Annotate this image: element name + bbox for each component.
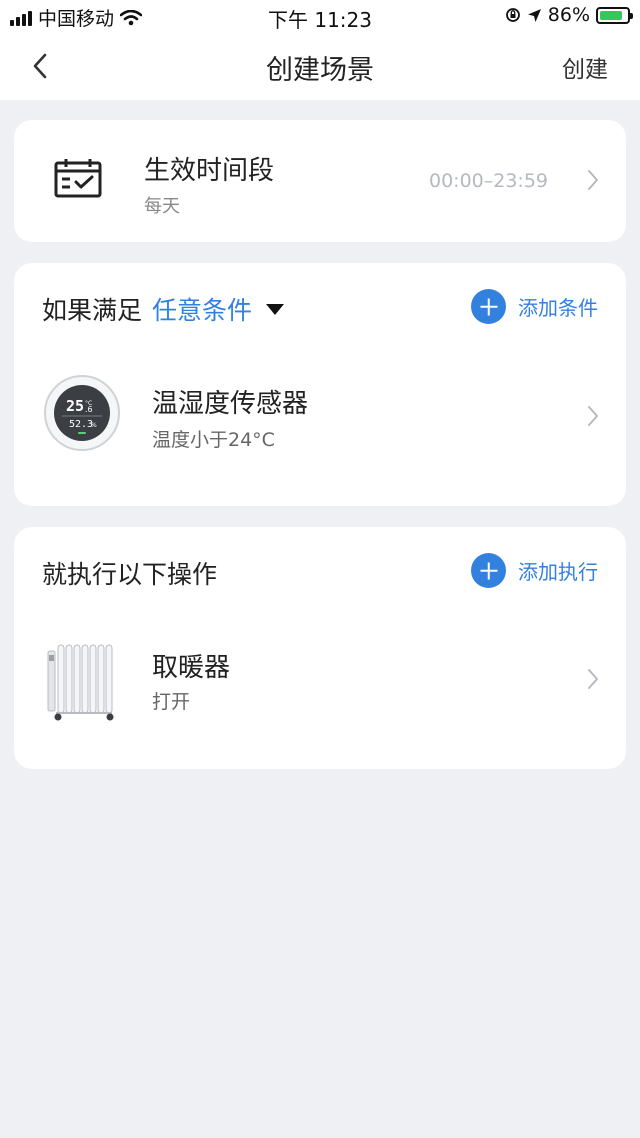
condition-prefix: 如果满足	[42, 296, 143, 325]
action-device-detail: 打开	[152, 691, 191, 713]
plus-icon	[471, 553, 506, 588]
condition-card: 如果满足 任意条件 添加条件 25 °C .6 52.3 % 温湿度传感器 温度…	[14, 263, 626, 506]
condition-device-name: 温湿度传感器	[152, 389, 309, 419]
period-time-range: 00:00–23:59	[428, 170, 548, 192]
chevron-right-icon	[588, 669, 598, 689]
period-title: 生效时间段	[144, 156, 275, 186]
action-header: 就执行以下操作	[42, 555, 217, 591]
condition-header: 如果满足 任意条件	[42, 291, 285, 327]
battery-icon	[596, 6, 633, 24]
sensor-temp-reading: 25	[66, 397, 84, 415]
temperature-humidity-sensor-icon: 25 °C .6 52.3 %	[44, 375, 120, 451]
plus-icon	[471, 289, 506, 324]
rotation-lock-icon	[505, 8, 520, 22]
chevron-right-icon	[588, 170, 598, 190]
add-action-button[interactable]: 添加执行	[471, 553, 598, 588]
effective-period-card[interactable]: 生效时间段 每天 00:00–23:59	[14, 120, 626, 242]
action-card: 就执行以下操作 添加执行 取暖器 打开	[14, 527, 626, 769]
sensor-humidity-unit: %	[91, 422, 97, 429]
condition-device-detail: 温度小于24°C	[152, 429, 275, 451]
add-action-label: 添加执行	[518, 560, 598, 584]
dropdown-triangle-icon[interactable]	[266, 303, 285, 315]
action-title: 就执行以下操作	[42, 560, 218, 589]
sensor-humidity-reading: 52.3	[69, 419, 93, 430]
navigation-bar: 创建场景 创建	[0, 34, 640, 100]
page-title: 创建场景	[266, 55, 374, 86]
add-condition-label: 添加条件	[518, 296, 598, 320]
oil-heater-icon	[47, 644, 114, 721]
sensor-temp-decimal: .6	[85, 405, 93, 414]
condition-mode-dropdown[interactable]: 任意条件	[152, 291, 252, 327]
period-repeat: 每天	[144, 196, 180, 217]
status-right: 86%	[505, 4, 633, 26]
location-arrow-icon	[527, 8, 541, 22]
action-device-name: 取暖器	[152, 653, 231, 683]
chevron-right-icon	[588, 406, 598, 426]
calendar-check-icon	[54, 159, 102, 198]
status-bar: 中国移动 下午 11:23 86%	[0, 0, 640, 34]
create-button[interactable]: 创建	[562, 50, 608, 84]
add-condition-button[interactable]: 添加条件	[471, 289, 598, 324]
battery-percent: 86%	[547, 4, 590, 26]
